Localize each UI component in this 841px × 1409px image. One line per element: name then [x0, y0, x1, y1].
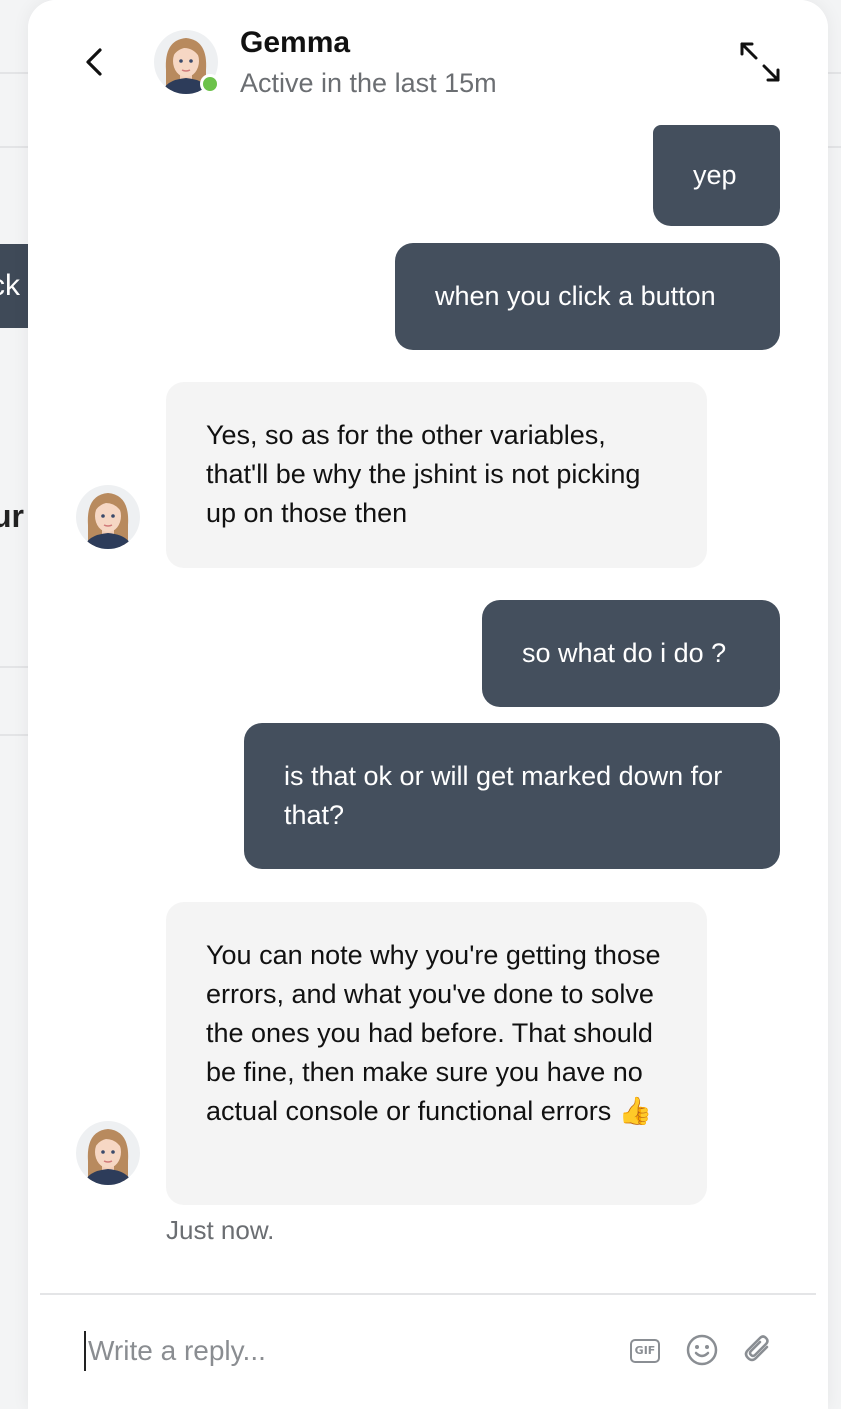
- message-list[interactable]: yep when you click a button Yes, so as f…: [28, 125, 828, 1293]
- emoji-icon: [686, 1334, 718, 1366]
- online-status-dot: [200, 74, 220, 94]
- outgoing-message: when you click a button: [395, 243, 780, 350]
- composer: GIF: [28, 1295, 828, 1409]
- background-divider: [0, 734, 28, 736]
- reply-input[interactable]: [84, 1331, 608, 1371]
- background-divider: [0, 72, 28, 74]
- message-timestamp: Just now.: [166, 1215, 275, 1245]
- gif-button[interactable]: GIF: [630, 1339, 660, 1363]
- background-divider: [0, 666, 28, 668]
- outgoing-message: yep: [653, 125, 780, 226]
- avatar-illustration: [76, 1121, 140, 1185]
- background-divider: [0, 146, 28, 148]
- background-divider: [828, 146, 841, 148]
- background-button: ck: [0, 244, 28, 328]
- contact-name: Gemma: [240, 26, 351, 59]
- emoji-button[interactable]: [685, 1333, 719, 1367]
- expand-icon: [740, 42, 780, 82]
- paperclip-icon: [744, 1335, 769, 1362]
- expand-button[interactable]: [736, 38, 784, 86]
- background-text: ur: [0, 498, 24, 534]
- sender-avatar: [76, 485, 140, 549]
- gif-icon: GIF: [634, 1344, 656, 1357]
- incoming-message: You can note why you're getting those er…: [166, 902, 707, 1205]
- sender-avatar: [76, 1121, 140, 1185]
- contact-avatar[interactable]: [154, 30, 220, 94]
- chat-panel: Gemma Active in the last 15m yep when yo…: [28, 0, 828, 1409]
- outgoing-message: so what do i do ?: [482, 600, 780, 707]
- chevron-left-icon: [86, 48, 102, 76]
- attach-button[interactable]: [741, 1333, 775, 1367]
- background-divider: [828, 72, 841, 74]
- back-button[interactable]: [76, 42, 116, 82]
- contact-status: Active in the last 15m: [240, 68, 497, 98]
- chat-header: Gemma Active in the last 15m: [28, 0, 828, 125]
- incoming-message: Yes, so as for the other variables, that…: [166, 382, 707, 568]
- avatar-illustration: [76, 485, 140, 549]
- outgoing-message: is that ok or will get marked down for t…: [244, 723, 780, 869]
